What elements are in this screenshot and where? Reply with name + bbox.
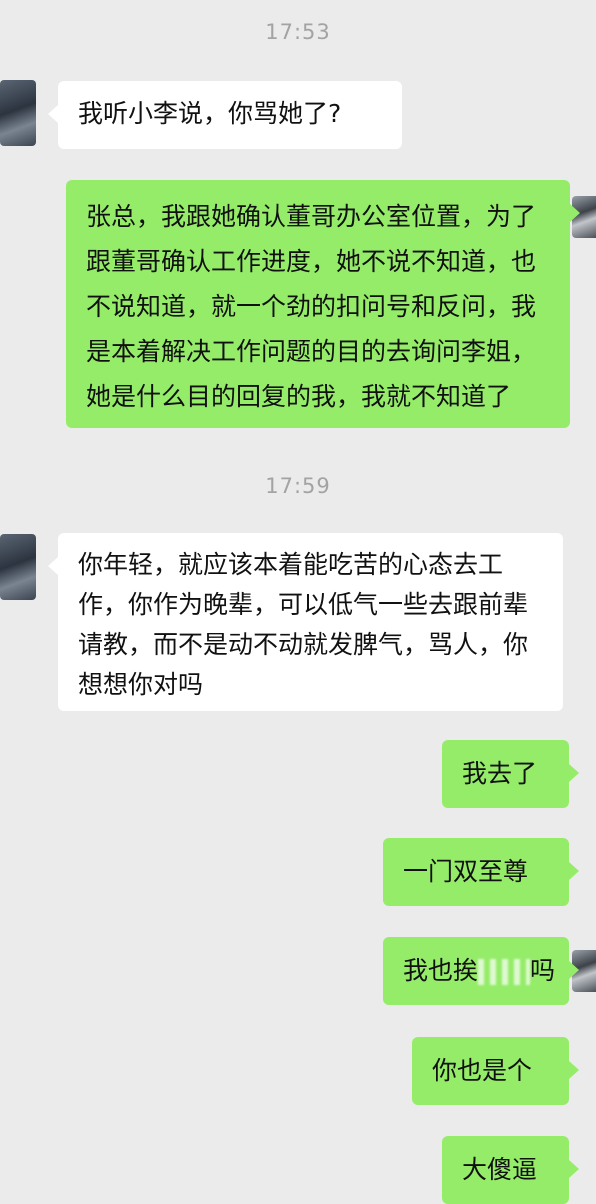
message-text: 张总，我跟她确认董哥办公室位置，为了跟董哥确认工作进度，她不说不知道，也不说知道…	[86, 202, 537, 411]
message-text: 我也挨	[403, 956, 479, 985]
message-text: 你年轻，就应该本着能吃苦的心态去工作，你作为晚辈，可以低气一些去跟前辈请教，而不…	[78, 550, 529, 699]
message-bubble-outgoing[interactable]: 张总，我跟她确认董哥办公室位置，为了跟董哥确认工作进度，她不说不知道，也不说知道…	[66, 180, 580, 428]
censor-mosaic	[478, 959, 531, 985]
message-bubble-incoming[interactable]: 你年轻，就应该本着能吃苦的心态去工作，你作为晚辈，可以低气一些去跟前辈请教，而不…	[48, 533, 563, 711]
message-bubble-outgoing[interactable]: 我也挨 吗	[383, 937, 579, 1005]
message-text: 吗	[530, 956, 556, 985]
message-bubble-outgoing[interactable]: 你也是个	[412, 1037, 579, 1105]
contact-avatar[interactable]	[0, 534, 36, 600]
message-text: 一门双至尊	[403, 857, 529, 886]
message-bubble-outgoing[interactable]: 我去了	[442, 740, 579, 808]
message-bubble-outgoing[interactable]: 一门双至尊	[383, 838, 579, 906]
contact-avatar[interactable]	[0, 80, 36, 146]
message-bubble-incoming[interactable]: 我听小李说，你骂她了?	[48, 81, 402, 149]
timestamp: 17:53	[265, 20, 331, 44]
message-text: 我听小李说，你骂她了?	[78, 99, 342, 128]
message-text: 我去了	[462, 759, 538, 788]
message-bubble-outgoing[interactable]: 大傻逼	[442, 1136, 579, 1204]
timestamp: 17:59	[265, 474, 331, 498]
message-text: 你也是个	[432, 1056, 533, 1085]
